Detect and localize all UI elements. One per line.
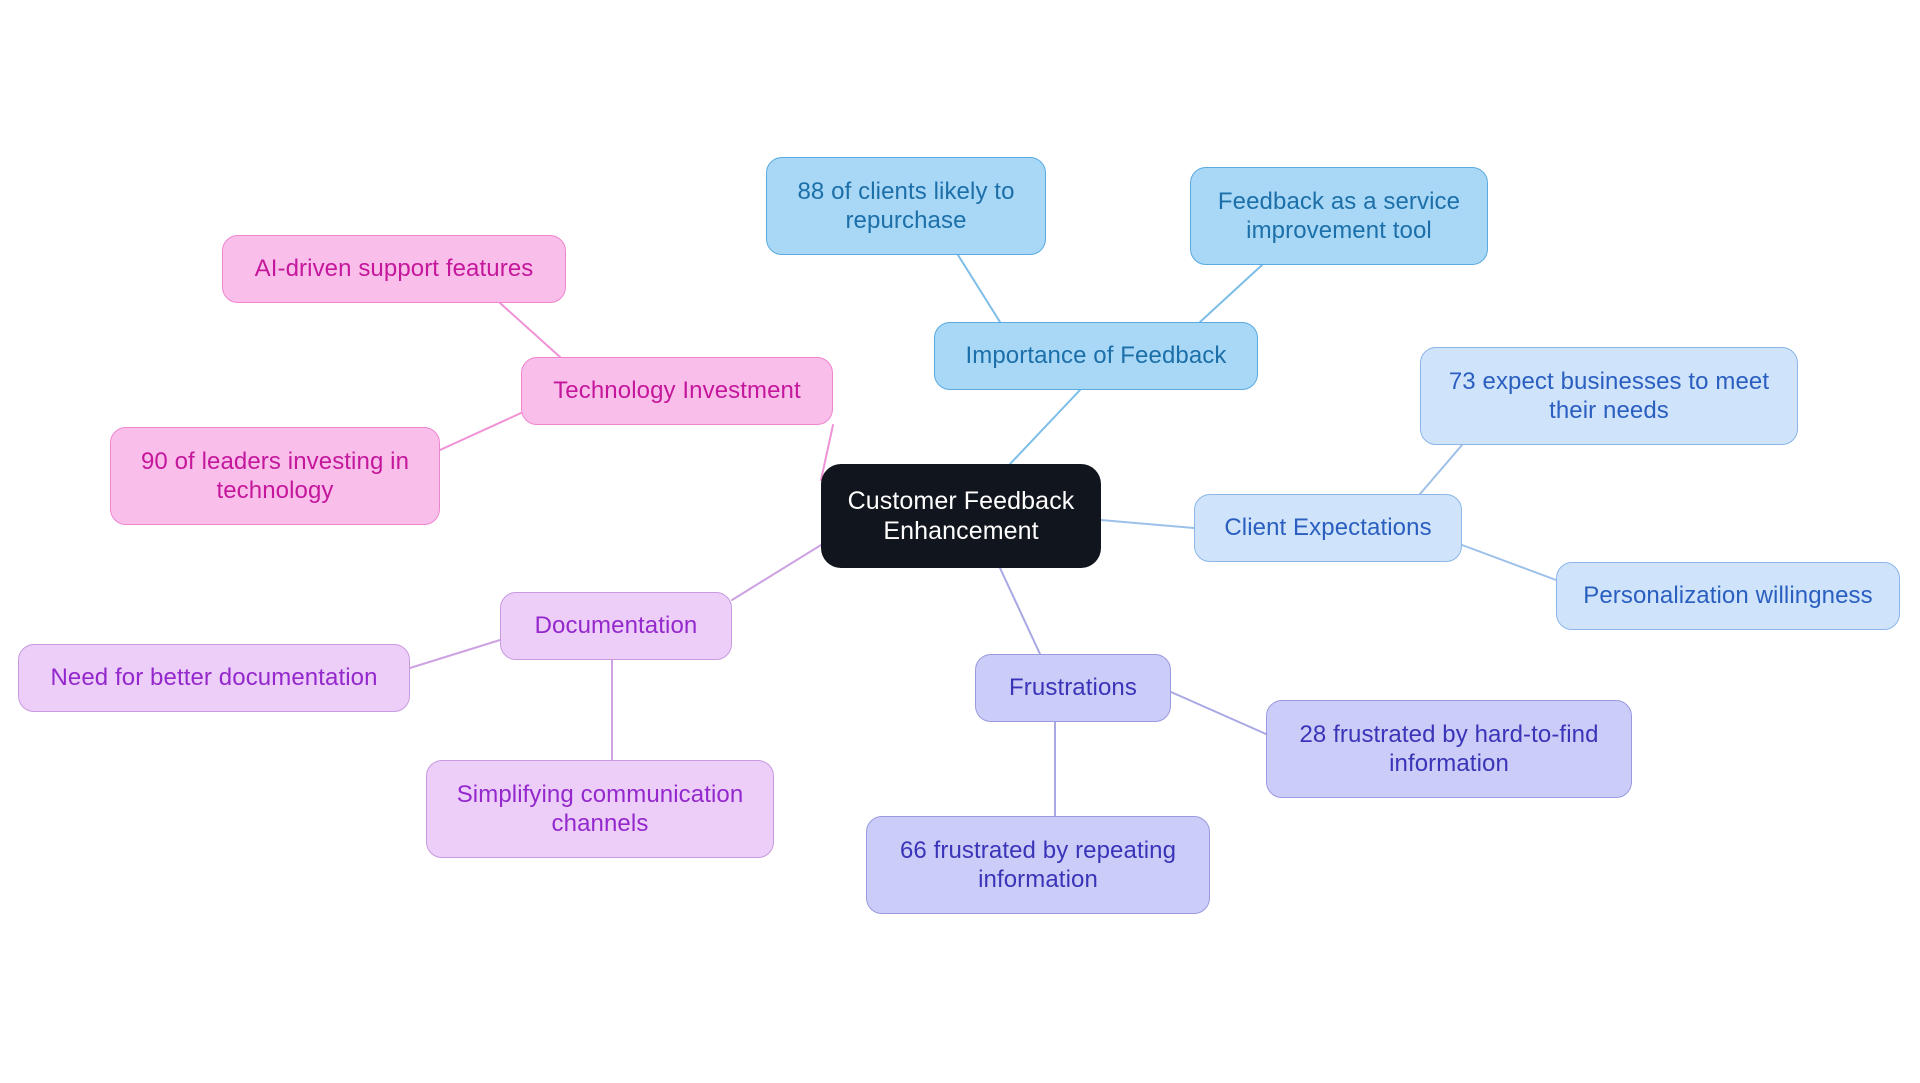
mind-map-edge (731, 544, 822, 601)
leaf-node-clients-likely-repurchase[interactable]: 88 of clients likely to repurchase (766, 157, 1046, 255)
mind-map-edge (499, 302, 561, 358)
leaf-node-simplifying-communication-channels[interactable]: Simplifying communication channels (426, 760, 774, 858)
leaf-node-need-better-documentation[interactable]: Need for better documentation (18, 644, 410, 712)
mind-map-edge (999, 567, 1041, 655)
branch-node-client-expectations[interactable]: Client Expectations (1194, 494, 1462, 562)
branch-node-importance-of-feedback[interactable]: Importance of Feedback (934, 322, 1258, 390)
mind-map-edge (409, 639, 501, 669)
mind-map-edge (957, 254, 1001, 323)
branch-node-frustrations[interactable]: Frustrations (975, 654, 1171, 722)
leaf-node-ai-driven-support-features[interactable]: AI-driven support features (222, 235, 566, 303)
leaf-node-frustrated-hard-to-find-info[interactable]: 28 frustrated by hard-to-find informatio… (1266, 700, 1632, 798)
mind-map-edge (1009, 389, 1081, 465)
mind-map-edge (1199, 264, 1263, 323)
leaf-node-leaders-investing-technology[interactable]: 90 of leaders investing in technology (110, 427, 440, 525)
root-node[interactable]: Customer Feedback Enhancement (821, 464, 1101, 568)
mind-map-edge (439, 412, 522, 451)
leaf-node-frustrated-repeating-info[interactable]: 66 frustrated by repeating information (866, 816, 1210, 914)
leaf-node-personalization-willingness[interactable]: Personalization willingness (1556, 562, 1900, 630)
leaf-node-feedback-service-improvement-tool[interactable]: Feedback as a service improvement tool (1190, 167, 1488, 265)
mind-map-edge (1170, 691, 1267, 735)
branch-node-documentation[interactable]: Documentation (500, 592, 732, 660)
branch-node-technology-investment[interactable]: Technology Investment (521, 357, 833, 425)
mind-map-edge (1419, 444, 1463, 495)
mind-map-edge (1100, 519, 1195, 529)
mind-map-edge (1461, 544, 1557, 581)
mind-map-canvas: Customer Feedback Enhancement Importance … (0, 0, 1920, 1083)
leaf-node-expect-businesses-meet-needs[interactable]: 73 expect businesses to meet their needs (1420, 347, 1798, 445)
